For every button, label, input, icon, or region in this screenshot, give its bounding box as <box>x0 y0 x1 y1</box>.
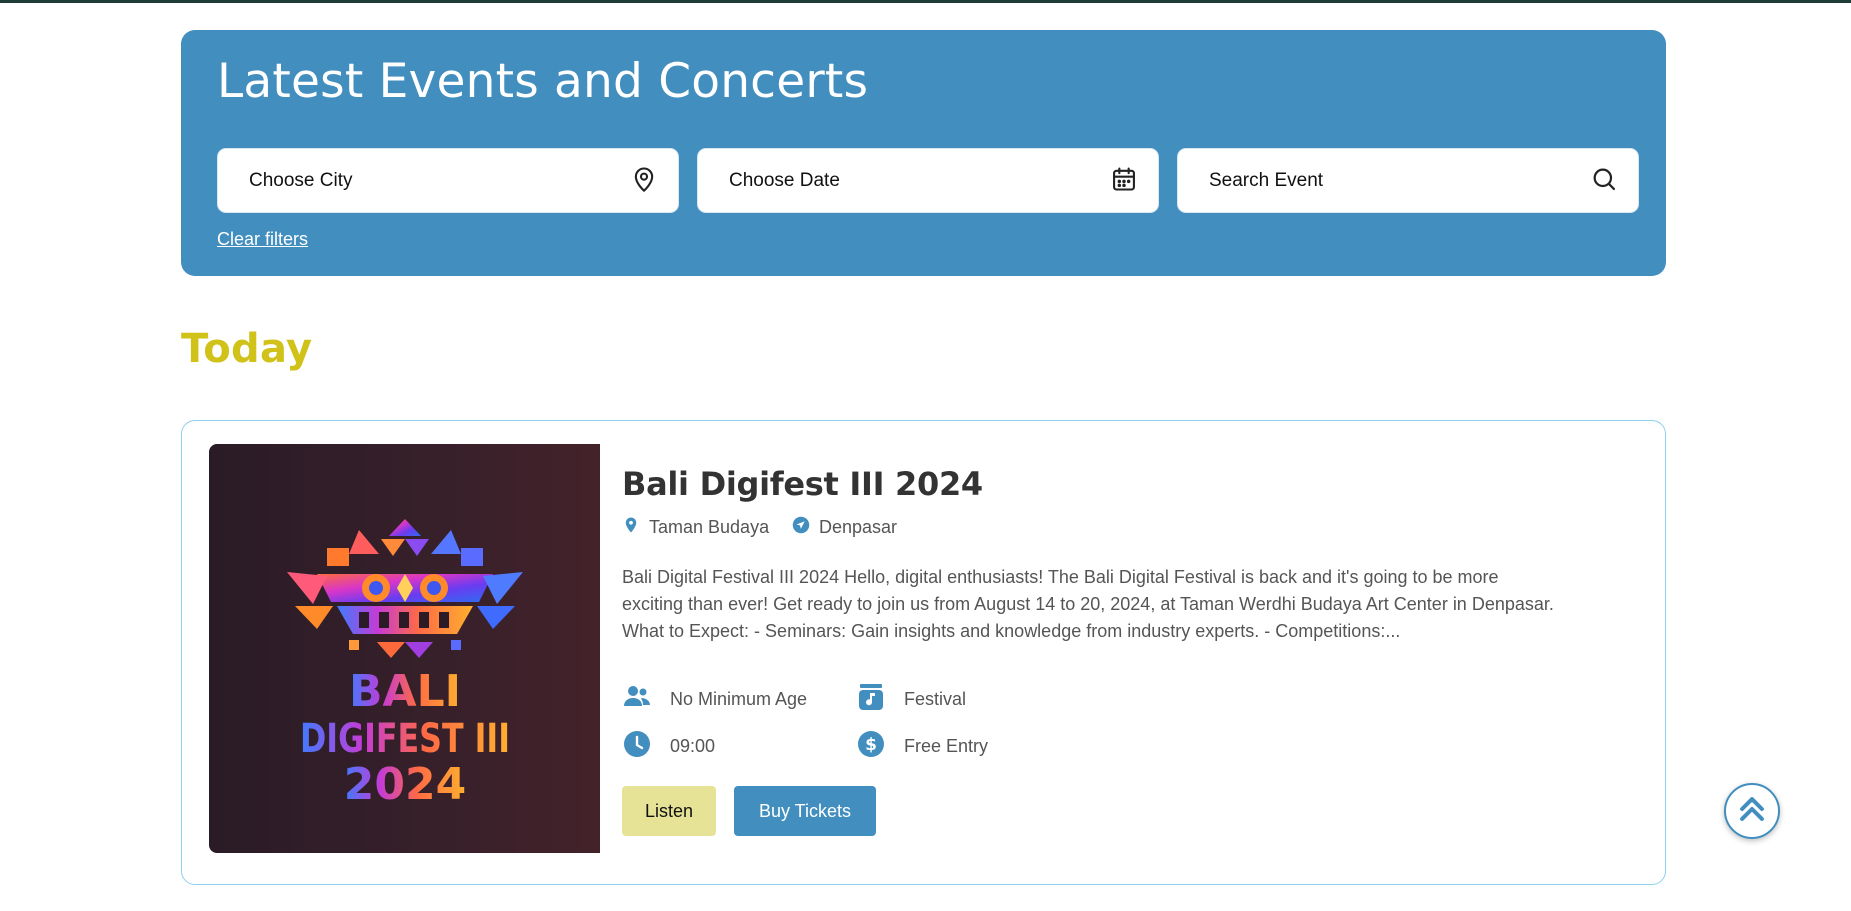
music-box-icon <box>856 682 886 717</box>
poster-line-2: DIGIFEST III <box>300 716 510 762</box>
map-pin-icon <box>630 165 658 197</box>
event-title[interactable]: Bali Digifest III 2024 <box>622 465 983 503</box>
event-age-info: No Minimum Age <box>622 682 807 717</box>
event-time-label: 09:00 <box>670 736 716 756</box>
top-border <box>0 0 1851 3</box>
person-icon <box>622 682 652 717</box>
listen-button[interactable]: Listen <box>622 786 716 836</box>
page-title: Latest Events and Concerts <box>217 54 869 109</box>
section-title-today: Today <box>181 326 313 372</box>
location-pin-icon <box>622 516 640 539</box>
event-category-label: Festival <box>904 689 967 709</box>
event-poster-image[interactable]: BALI DIGIFEST III 2024 <box>209 444 600 853</box>
event-venue-label: Taman Budaya <box>649 517 770 537</box>
scroll-to-top-button[interactable] <box>1724 783 1780 839</box>
calendar-icon <box>1110 165 1138 197</box>
search-icon[interactable] <box>1590 165 1618 197</box>
event-age-label: No Minimum Age <box>670 689 808 709</box>
poster-line-1: BALI <box>349 666 461 717</box>
choose-date-placeholder: Choose Date <box>729 169 840 191</box>
search-event-input[interactable]: Search Event <box>1177 148 1639 213</box>
event-price-label: Free Entry <box>904 736 989 756</box>
event-card: BALI DIGIFEST III 2024 Bali Digifest III… <box>181 420 1666 885</box>
event-time-info: 09:00 <box>622 729 715 764</box>
clock-icon <box>622 729 652 764</box>
event-category-info: Festival <box>856 682 966 717</box>
event-city: Denpasar <box>792 516 897 539</box>
choose-date-select[interactable]: Choose Date <box>697 148 1159 213</box>
chevrons-up-icon <box>1735 792 1769 830</box>
dollar-icon: $ <box>856 729 886 764</box>
navigation-icon <box>792 516 810 539</box>
event-price-info: $ Free Entry <box>856 729 988 764</box>
events-hero-panel: Latest Events and Concerts Choose City C… <box>181 30 1666 276</box>
event-description: Bali Digital Festival III 2024 Hello, di… <box>622 567 1554 641</box>
poster-line-3: 2024 <box>344 759 466 810</box>
event-venue: Taman Budaya <box>622 516 769 539</box>
choose-city-select[interactable]: Choose City <box>217 148 679 213</box>
event-city-label: Denpasar <box>819 517 898 537</box>
buy-tickets-button[interactable]: Buy Tickets <box>734 786 876 836</box>
choose-city-placeholder: Choose City <box>249 169 353 191</box>
clear-filters-link[interactable]: Clear filters <box>217 229 308 250</box>
search-event-placeholder: Search Event <box>1209 169 1324 191</box>
svg-text:$: $ <box>865 735 877 755</box>
